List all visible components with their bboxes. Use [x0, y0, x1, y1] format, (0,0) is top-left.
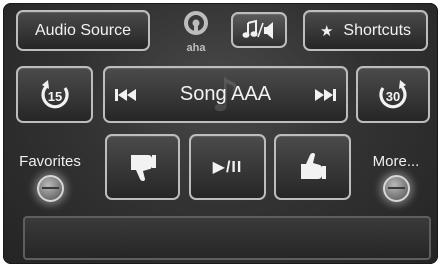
replay-15-icon: 15: [38, 78, 72, 112]
svg-text:aha: aha: [187, 42, 207, 54]
favorites-label: Favorites: [19, 153, 81, 170]
music-note-speaker-icon: [242, 19, 276, 41]
thumbs-down-button[interactable]: [105, 134, 180, 200]
music-info-toggle-button[interactable]: [231, 12, 287, 48]
forward-30-icon: 30: [376, 78, 410, 112]
shortcuts-label: Shortcuts: [343, 21, 412, 39]
play-pause-icon: ▶/II: [212, 159, 243, 176]
more-label: More...: [372, 153, 420, 170]
thumbs-up-icon: [298, 152, 328, 182]
audio-source-label: Audio Source: [34, 21, 132, 39]
skip-forward-30-button[interactable]: 30: [356, 66, 430, 123]
thumbs-up-button[interactable]: [274, 134, 351, 200]
star-icon: ★: [319, 22, 334, 40]
audio-source-button[interactable]: Audio Source: [16, 10, 150, 51]
audio-screen: Audio Source aha ★ Shortcuts 15 ♪ Song A…: [3, 3, 438, 264]
more-key[interactable]: More...: [355, 153, 437, 202]
skip-back-15-button[interactable]: 15: [16, 66, 93, 123]
play-pause-button[interactable]: ▶/II: [189, 134, 266, 200]
song-title: Song AAA: [179, 83, 272, 105]
status-bar: [23, 216, 431, 260]
skip-previous-icon[interactable]: [113, 88, 137, 102]
svg-text:15: 15: [47, 89, 61, 104]
now-playing-bar: ♪ Song AAA: [103, 66, 348, 123]
more-knob[interactable]: [382, 175, 410, 202]
skip-next-icon[interactable]: [314, 88, 338, 102]
aha-logo: aha: [181, 11, 211, 55]
thumbs-down-icon: [128, 152, 158, 182]
svg-text:30: 30: [386, 89, 400, 104]
song-display: ♪ Song AAA: [137, 68, 314, 122]
favorites-knob[interactable]: [36, 175, 64, 202]
favorites-key[interactable]: Favorites: [7, 153, 93, 202]
shortcuts-button[interactable]: ★ Shortcuts: [303, 10, 428, 51]
